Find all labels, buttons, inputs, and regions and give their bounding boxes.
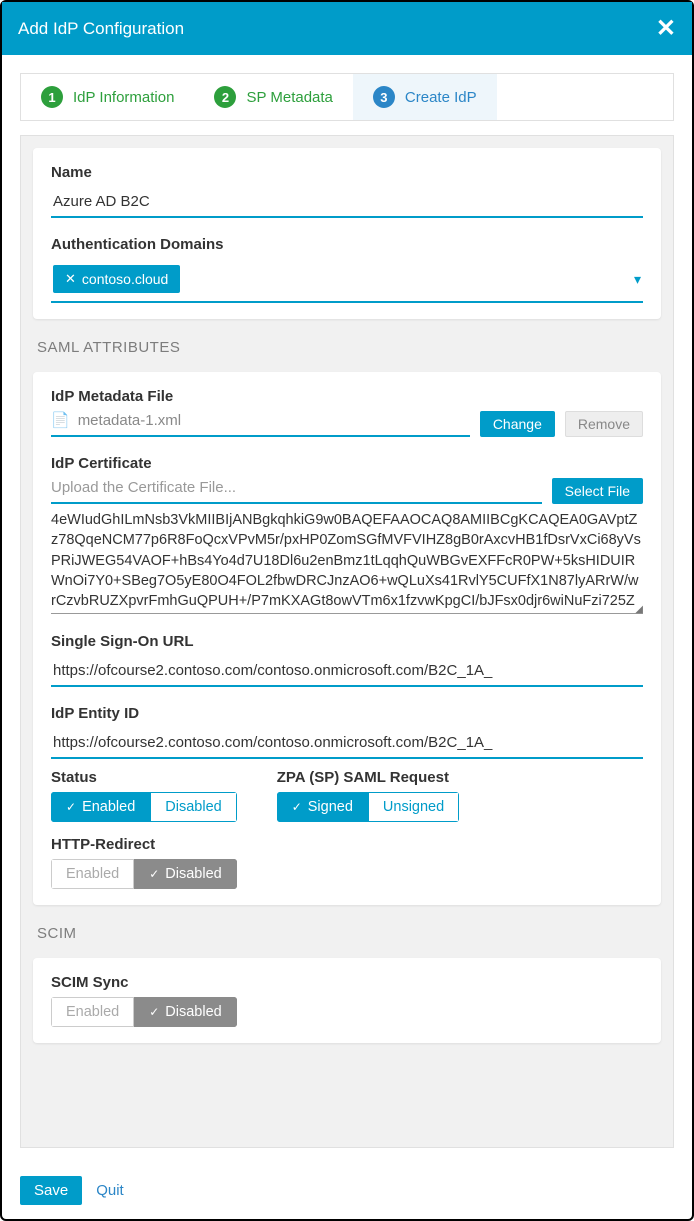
saml-section-label: SAML ATTRIBUTES (33, 333, 661, 358)
status-group: Status ✓ Enabled Disabled (51, 769, 237, 822)
basic-info-card: Name Authentication Domains ✕ contoso.cl… (33, 148, 661, 319)
auth-domains-label: Authentication Domains (51, 236, 643, 253)
step-create-idp[interactable]: 3 Create IdP (353, 74, 497, 120)
step-label: Create IdP (405, 89, 477, 106)
http-group: HTTP-Redirect Enabled ✓ Disabled (51, 836, 643, 889)
cert-content[interactable]: 4eWIudGhILmNsb3VkMIIBIjANBgkqhkiG9w0BAQE… (51, 510, 643, 614)
remove-chip-icon[interactable]: ✕ (65, 271, 76, 287)
dialog-title: Add IdP Configuration (18, 19, 184, 39)
domain-chip-label: contoso.cloud (82, 271, 168, 287)
http-redirect-label: HTTP-Redirect (51, 836, 643, 853)
chevron-down-icon[interactable]: ▾ (634, 271, 641, 288)
http-redirect-toggle: Enabled ✓ Disabled (51, 859, 237, 889)
remove-button[interactable]: Remove (565, 411, 643, 437)
http-enabled-button[interactable]: Enabled (51, 859, 134, 889)
step-nav: 1 IdP Information 2 SP Metadata 3 Create… (20, 73, 674, 121)
save-button[interactable]: Save (20, 1176, 82, 1205)
check-icon: ✓ (149, 1005, 159, 1019)
scim-card: SCIM Sync Enabled ✓ Disabled (33, 958, 661, 1043)
entity-id-input[interactable] (51, 728, 643, 759)
check-icon: ✓ (292, 800, 302, 814)
scim-enabled-button[interactable]: Enabled (51, 997, 134, 1027)
cert-label: IdP Certificate (51, 455, 643, 472)
sso-url-label: Single Sign-On URL (51, 633, 643, 650)
metadata-filename: metadata-1.xml (78, 412, 181, 429)
status-disabled-button[interactable]: Disabled (150, 792, 236, 822)
http-disabled-button[interactable]: ✓ Disabled (134, 859, 236, 889)
metadata-label: IdP Metadata File (51, 388, 643, 405)
status-toggle: ✓ Enabled Disabled (51, 792, 237, 822)
step-label: SP Metadata (246, 89, 332, 106)
scim-sync-toggle: Enabled ✓ Disabled (51, 997, 237, 1027)
select-file-button[interactable]: Select File (552, 478, 643, 504)
change-button[interactable]: Change (480, 411, 555, 437)
domain-chip[interactable]: ✕ contoso.cloud (53, 265, 180, 293)
zpa-toggle: ✓ Signed Unsigned (277, 792, 459, 822)
step-number-icon: 3 (373, 86, 395, 108)
sso-url-input[interactable] (51, 656, 643, 687)
step-number-icon: 2 (214, 86, 236, 108)
zpa-label: ZPA (SP) SAML Request (277, 769, 459, 786)
dialog-content: 1 IdP Information 2 SP Metadata 3 Create… (2, 55, 692, 1166)
name-input[interactable] (51, 187, 643, 218)
saml-card: IdP Metadata File 📄 metadata-1.xml Chang… (33, 372, 661, 905)
step-sp-metadata[interactable]: 2 SP Metadata (194, 74, 352, 120)
dialog-titlebar: Add IdP Configuration ✕ (2, 2, 692, 55)
scim-sync-label: SCIM Sync (51, 974, 643, 991)
step-number-icon: 1 (41, 86, 63, 108)
dialog-footer: Save Quit (2, 1166, 692, 1219)
cert-upload-placeholder[interactable]: Upload the Certificate File... (51, 479, 542, 504)
scim-section-label: SCIM (33, 919, 661, 944)
entity-id-label: IdP Entity ID (51, 705, 643, 722)
file-icon: 📄 (51, 411, 70, 429)
zpa-signed-button[interactable]: ✓ Signed (277, 792, 368, 822)
status-label: Status (51, 769, 237, 786)
metadata-file-display: 📄 metadata-1.xml (51, 411, 470, 437)
scim-disabled-button[interactable]: ✓ Disabled (134, 997, 236, 1027)
status-enabled-button[interactable]: ✓ Enabled (51, 792, 150, 822)
zpa-group: ZPA (SP) SAML Request ✓ Signed Unsigned (277, 769, 459, 822)
quit-link[interactable]: Quit (96, 1182, 124, 1199)
zpa-unsigned-button[interactable]: Unsigned (368, 792, 459, 822)
name-label: Name (51, 164, 643, 181)
auth-domains-select[interactable]: ✕ contoso.cloud ▾ (51, 259, 643, 303)
check-icon: ✓ (66, 800, 76, 814)
check-icon: ✓ (149, 867, 159, 881)
step-idp-information[interactable]: 1 IdP Information (21, 74, 194, 120)
close-icon[interactable]: ✕ (656, 14, 676, 43)
form-panel: Name Authentication Domains ✕ contoso.cl… (20, 135, 674, 1148)
step-label: IdP Information (73, 89, 174, 106)
